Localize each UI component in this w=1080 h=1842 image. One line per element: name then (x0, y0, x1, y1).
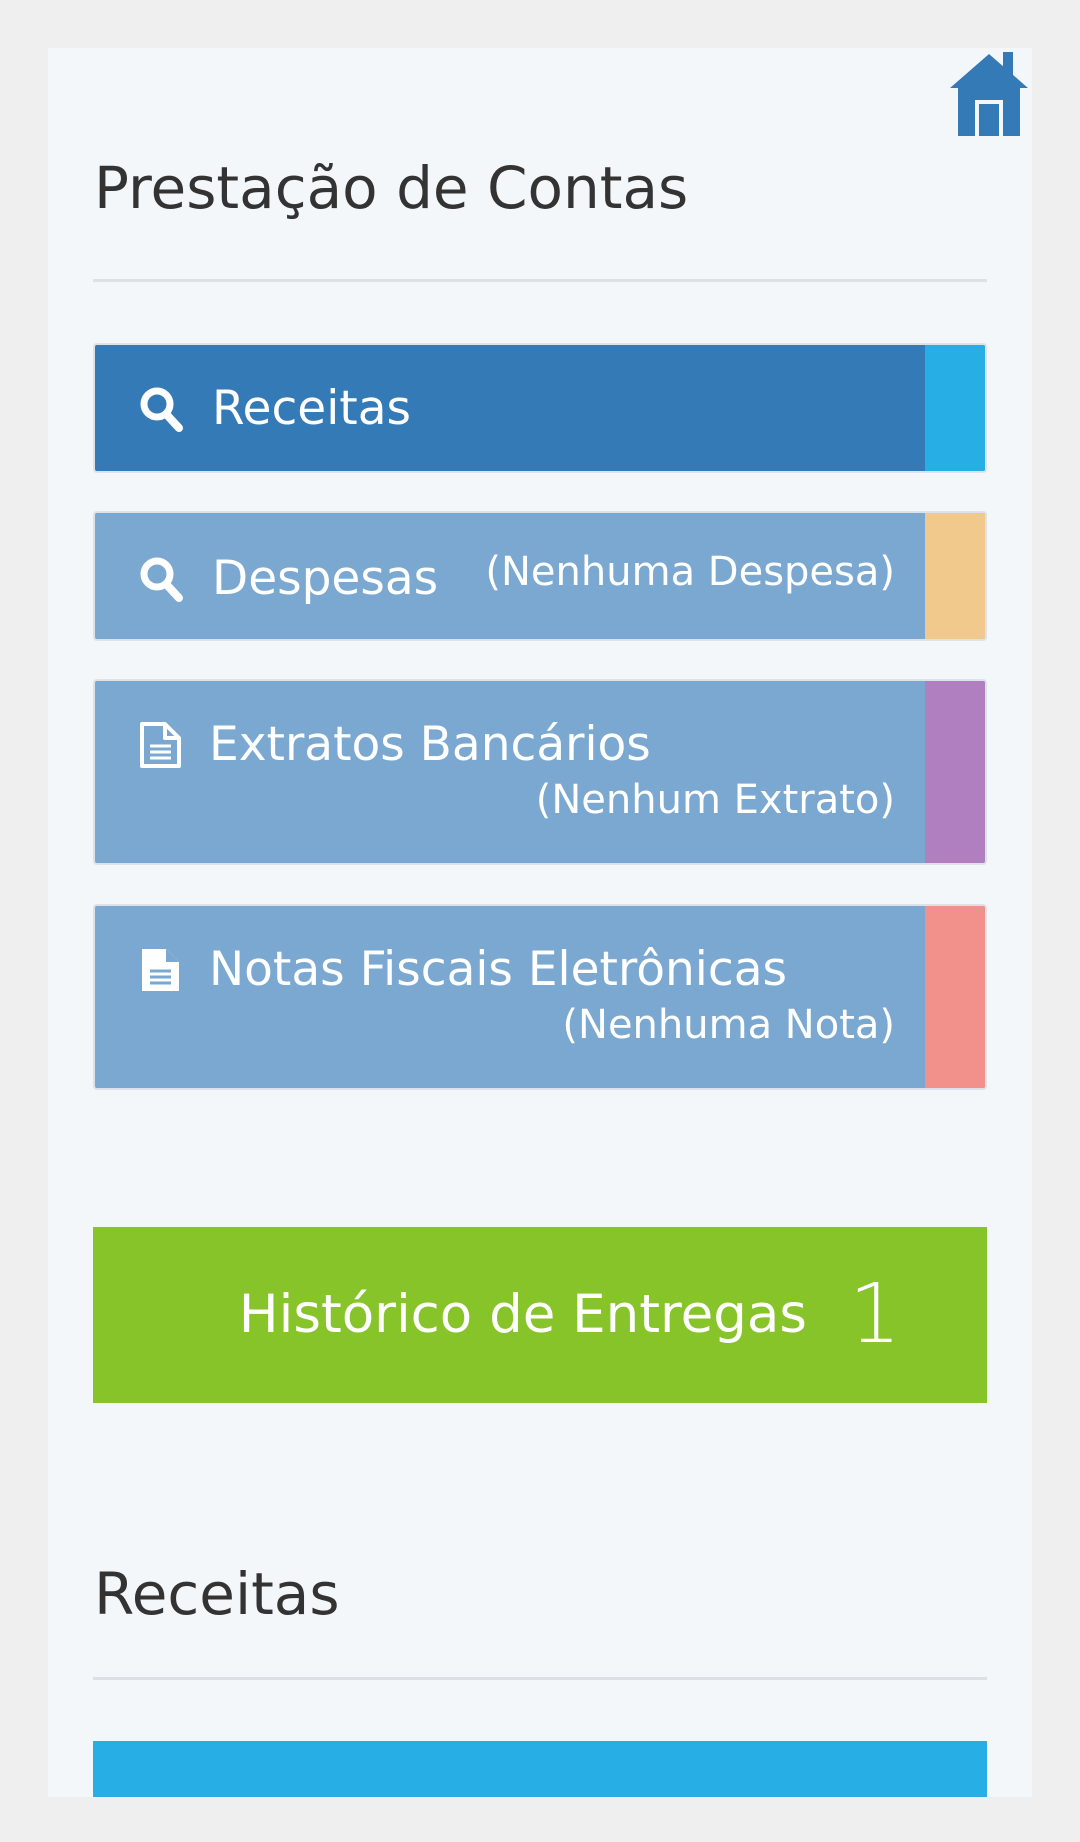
menu-item-label: Extratos Bancários (209, 717, 651, 772)
menu-item-despesas[interactable]: Despesas (Nenhuma Despesa) (93, 511, 987, 641)
main-panel: Prestação de Contas Receitas Despesas (N… (48, 48, 1032, 1797)
search-icon (140, 557, 183, 602)
menu-item-accent (925, 513, 985, 639)
menu-item-extratos-bancarios[interactable]: Extratos Bancários (Nenhum Extrato) (93, 679, 987, 865)
menu-item-status: (Nenhum Extrato) (535, 777, 895, 823)
menu-item-accent (925, 681, 985, 863)
menu-item-receitas[interactable]: Receitas (93, 343, 987, 473)
section-title: Receitas (94, 1560, 340, 1628)
receitas-table-header (93, 1741, 987, 1797)
historico-entregas-button[interactable]: Histórico de Entregas 1 (93, 1227, 987, 1403)
section-divider (93, 1677, 987, 1680)
page-title: Prestação de Contas (94, 154, 689, 222)
search-icon (140, 387, 183, 432)
menu-item-label: Receitas (212, 381, 411, 436)
menu-item-label: Notas Fiscais Eletrônicas (209, 942, 787, 997)
menu-item-notas-fiscais[interactable]: Notas Fiscais Eletrônicas (Nenhuma Nota) (93, 904, 987, 1090)
document-outline-icon (140, 722, 181, 768)
historico-entregas-count: 1 (848, 1267, 901, 1362)
menu-item-status: (Nenhuma Despesa) (485, 549, 895, 595)
menu-item-label: Despesas (212, 551, 439, 606)
menu-item-accent (925, 345, 985, 471)
title-divider (93, 279, 987, 282)
menu-item-accent (925, 906, 985, 1088)
historico-entregas-label: Histórico de Entregas (238, 1284, 807, 1345)
home-icon (950, 52, 1028, 136)
document-filled-icon (142, 949, 179, 991)
menu-item-status: (Nenhuma Nota) (562, 1002, 895, 1048)
home-button[interactable] (946, 48, 1032, 140)
